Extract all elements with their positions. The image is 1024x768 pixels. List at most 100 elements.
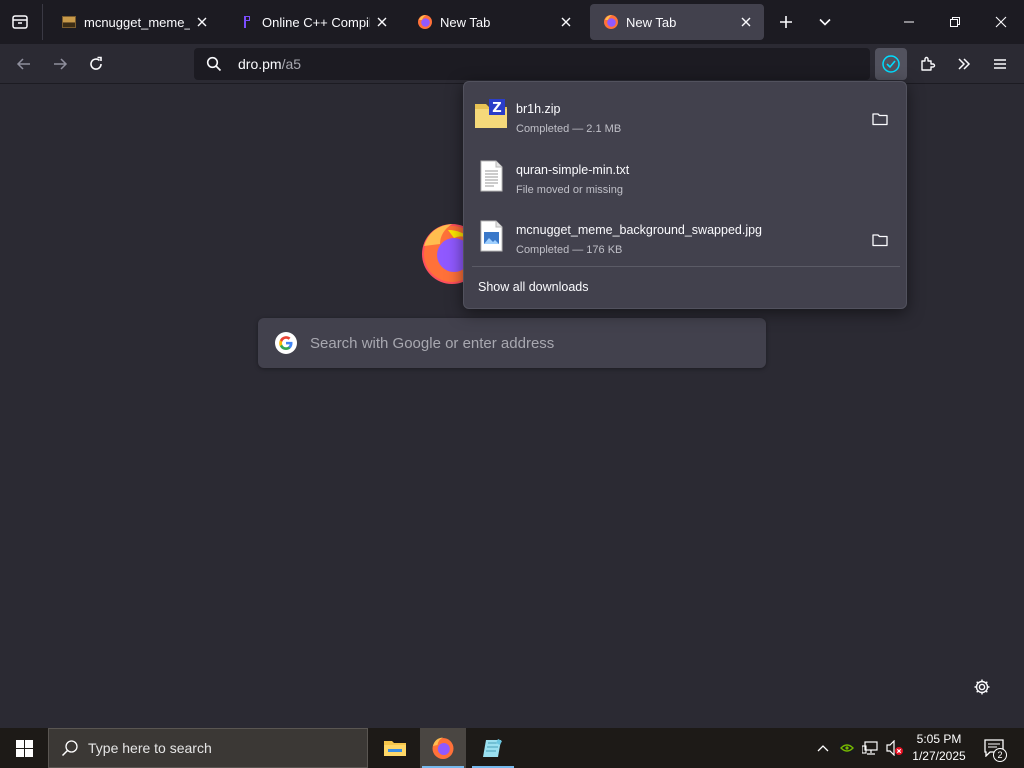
- back-button[interactable]: [8, 48, 40, 80]
- tab-mcnugget-image[interactable]: mcnugget_meme_back: [48, 4, 220, 40]
- minimize-button[interactable]: [886, 0, 932, 44]
- taskbar-notepad-app[interactable]: [470, 728, 516, 768]
- taskbar-file-explorer[interactable]: [372, 728, 418, 768]
- restore-button[interactable]: [932, 0, 978, 44]
- tab-close-button[interactable]: [734, 10, 758, 34]
- search-icon: [206, 56, 222, 72]
- tab-close-button[interactable]: [190, 10, 214, 34]
- firefox-view-button[interactable]: [0, 0, 40, 44]
- taskbar-search-box[interactable]: Type here to search: [48, 728, 368, 768]
- tab-online-compiler[interactable]: Online C++ Compiler -: [226, 4, 400, 40]
- address-bar[interactable]: dro.pm/a5: [194, 48, 870, 80]
- svg-text:Z: Z: [492, 101, 501, 116]
- downloads-panel: Z br1h.zip Completed — 2.1 MB quran-simp…: [463, 81, 907, 309]
- forward-button[interactable]: [44, 48, 76, 80]
- close-icon: [995, 16, 1007, 28]
- plus-icon: [780, 16, 792, 28]
- restore-icon: [950, 17, 960, 27]
- hamburger-menu-icon: [994, 59, 1006, 69]
- windows-taskbar: Type here to search 5:05 PM 1/27/2025 2: [0, 728, 1024, 768]
- arrow-right-icon: [54, 58, 68, 70]
- tab-title: New Tab: [440, 14, 491, 30]
- windows-logo-icon: [15, 739, 33, 757]
- download-item-zip[interactable]: Z br1h.zip Completed — 2.1 MB: [464, 86, 906, 144]
- tab-separator: [42, 4, 43, 40]
- newtab-search-box[interactable]: Search with Google or enter address: [258, 318, 766, 368]
- image-icon: [62, 16, 76, 28]
- close-icon: [377, 17, 387, 27]
- folder-icon: [872, 234, 888, 247]
- notification-count-badge: 2: [993, 748, 1007, 762]
- close-window-button[interactable]: [978, 0, 1024, 44]
- nvidia-tray-button[interactable]: [837, 738, 857, 758]
- new-tab-button[interactable]: [770, 6, 802, 38]
- more-tools-button[interactable]: [948, 48, 980, 80]
- file-explorer-icon: [384, 741, 406, 756]
- download-filename: mcnugget_meme_background_swapped.jpg: [516, 223, 762, 237]
- folder-icon: [872, 113, 888, 126]
- download-filename: br1h.zip: [516, 102, 561, 116]
- download-filename: quran-simple-min.txt: [516, 163, 630, 177]
- download-status: Completed — 176 KB: [516, 244, 623, 256]
- tab-new-tab-1[interactable]: New Tab: [404, 4, 584, 40]
- tab-close-button[interactable]: [554, 10, 578, 34]
- taskbar-firefox[interactable]: [420, 728, 466, 768]
- close-icon: [561, 17, 571, 27]
- download-item-jpg[interactable]: mcnugget_meme_background_swapped.jpg Com…: [464, 207, 906, 265]
- show-in-folder-button[interactable]: [868, 109, 892, 129]
- search-icon: [61, 740, 78, 757]
- google-icon: [275, 332, 297, 354]
- compiler-icon: [244, 16, 250, 28]
- text-file-icon: [480, 160, 503, 192]
- show-all-downloads-button[interactable]: Show all downloads: [478, 280, 589, 294]
- tab-close-button[interactable]: [370, 10, 394, 34]
- firefox-icon: [418, 15, 432, 29]
- taskbar-search-placeholder: Type here to search: [88, 740, 212, 756]
- tab-title: mcnugget_meme_back: [84, 14, 190, 30]
- close-icon: [741, 17, 751, 27]
- action-center-button[interactable]: 2: [978, 728, 1010, 768]
- url-path: /a5: [281, 56, 302, 72]
- newtab-settings-button[interactable]: [970, 675, 994, 699]
- arrow-left-icon: [16, 58, 30, 70]
- show-hidden-icons-button[interactable]: [813, 738, 833, 758]
- url-host: dro.pm: [238, 56, 282, 72]
- reload-icon: [90, 56, 102, 70]
- taskbar-clock[interactable]: 5:05 PM 1/27/2025: [908, 731, 970, 765]
- tab-new-tab-active[interactable]: New Tab: [590, 4, 764, 40]
- download-status: Completed — 2.1 MB: [516, 123, 622, 135]
- firefox-view-icon: [12, 15, 28, 29]
- search-placeholder: Search with Google or enter address: [310, 334, 555, 352]
- downloads-button[interactable]: [875, 48, 907, 80]
- volume-tray-button[interactable]: [885, 738, 905, 758]
- download-status: File moved or missing: [516, 184, 623, 196]
- tab-title: Online C++ Compiler -: [262, 14, 370, 30]
- download-complete-icon: [882, 55, 900, 73]
- firefox-icon: [432, 737, 454, 759]
- minimize-icon: [904, 21, 914, 23]
- close-icon: [197, 17, 207, 27]
- clock-date: 1/27/2025: [912, 749, 966, 763]
- chevron-down-icon: [819, 18, 831, 26]
- notepad-icon: [483, 739, 502, 757]
- clock-time: 5:05 PM: [916, 732, 962, 746]
- show-in-folder-button[interactable]: [868, 230, 892, 250]
- nvidia-icon: [839, 742, 855, 754]
- app-menu-button[interactable]: [984, 48, 1016, 80]
- image-file-icon: [480, 220, 503, 252]
- url-text: dro.pm/a5: [238, 56, 301, 72]
- network-tray-button[interactable]: [861, 738, 881, 758]
- start-button[interactable]: [0, 728, 48, 768]
- tab-strip: mcnugget_meme_back Online C++ Compiler -…: [0, 0, 1024, 44]
- extensions-button[interactable]: [912, 48, 944, 80]
- navigation-toolbar: dro.pm/a5: [0, 44, 1024, 84]
- volume-muted-icon: [886, 740, 903, 756]
- firefox-icon: [604, 15, 618, 29]
- panel-divider: [472, 266, 900, 267]
- tab-title: New Tab: [626, 14, 677, 30]
- download-item-txt[interactable]: quran-simple-min.txt File moved or missi…: [464, 147, 906, 205]
- chevron-up-icon: [817, 745, 829, 752]
- list-all-tabs-button[interactable]: [809, 6, 841, 38]
- gear-icon: [974, 679, 990, 695]
- reload-button[interactable]: [80, 48, 112, 80]
